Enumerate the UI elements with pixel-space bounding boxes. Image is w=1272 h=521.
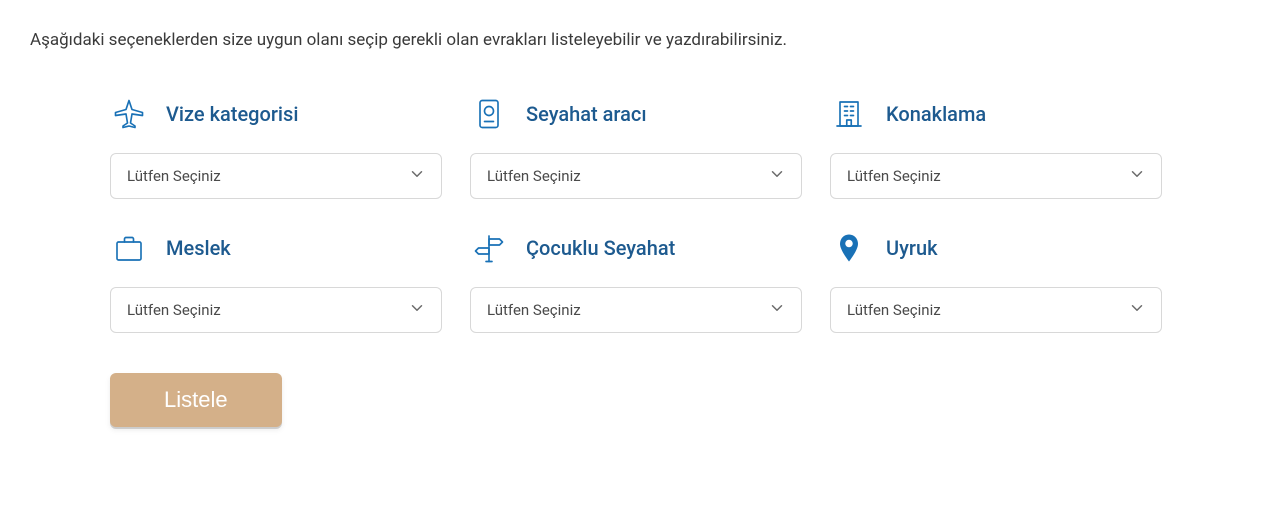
field-travel-vehicle: Seyahat aracı Lütfen Seçiniz	[470, 95, 802, 199]
field-header: Çocuklu Seyahat	[470, 229, 802, 267]
form-grid: Vize kategorisi Lütfen Seçiniz S	[110, 95, 1162, 333]
select-accommodation[interactable]: Lütfen Seçiniz	[830, 153, 1162, 199]
passport-icon	[470, 95, 508, 133]
list-button[interactable]: Listele	[110, 373, 282, 427]
building-icon	[830, 95, 868, 133]
intro-text: Aşağıdaki seçeneklerden size uygun olanı…	[30, 30, 1242, 50]
field-header: Seyahat aracı	[470, 95, 802, 133]
select-profession[interactable]: Lütfen Seçiniz	[110, 287, 442, 333]
airplane-icon	[110, 95, 148, 133]
select-value: Lütfen Seçiniz	[470, 287, 802, 333]
field-accommodation: Konaklama Lütfen Seçiniz	[830, 95, 1162, 199]
select-value: Lütfen Seçiniz	[830, 287, 1162, 333]
field-label: Çocuklu Seyahat	[526, 236, 675, 260]
location-pin-icon	[830, 229, 868, 267]
field-label: Meslek	[166, 236, 231, 260]
select-value: Lütfen Seçiniz	[110, 287, 442, 333]
field-header: Konaklama	[830, 95, 1162, 133]
field-visa-category: Vize kategorisi Lütfen Seçiniz	[110, 95, 442, 199]
field-label: Konaklama	[886, 102, 986, 126]
briefcase-icon	[110, 229, 148, 267]
field-header: Uyruk	[830, 229, 1162, 267]
form-container: Vize kategorisi Lütfen Seçiniz S	[30, 95, 1242, 427]
field-profession: Meslek Lütfen Seçiniz	[110, 229, 442, 333]
field-label: Uyruk	[886, 236, 938, 260]
select-travel-vehicle[interactable]: Lütfen Seçiniz	[470, 153, 802, 199]
select-visa-category[interactable]: Lütfen Seçiniz	[110, 153, 442, 199]
select-child-travel[interactable]: Lütfen Seçiniz	[470, 287, 802, 333]
field-child-travel: Çocuklu Seyahat Lütfen Seçiniz	[470, 229, 802, 333]
field-label: Vize kategorisi	[166, 102, 298, 126]
field-header: Meslek	[110, 229, 442, 267]
signpost-icon	[470, 229, 508, 267]
select-nationality[interactable]: Lütfen Seçiniz	[830, 287, 1162, 333]
field-label: Seyahat aracı	[526, 102, 647, 126]
select-value: Lütfen Seçiniz	[470, 153, 802, 199]
field-nationality: Uyruk Lütfen Seçiniz	[830, 229, 1162, 333]
select-value: Lütfen Seçiniz	[110, 153, 442, 199]
select-value: Lütfen Seçiniz	[830, 153, 1162, 199]
field-header: Vize kategorisi	[110, 95, 442, 133]
